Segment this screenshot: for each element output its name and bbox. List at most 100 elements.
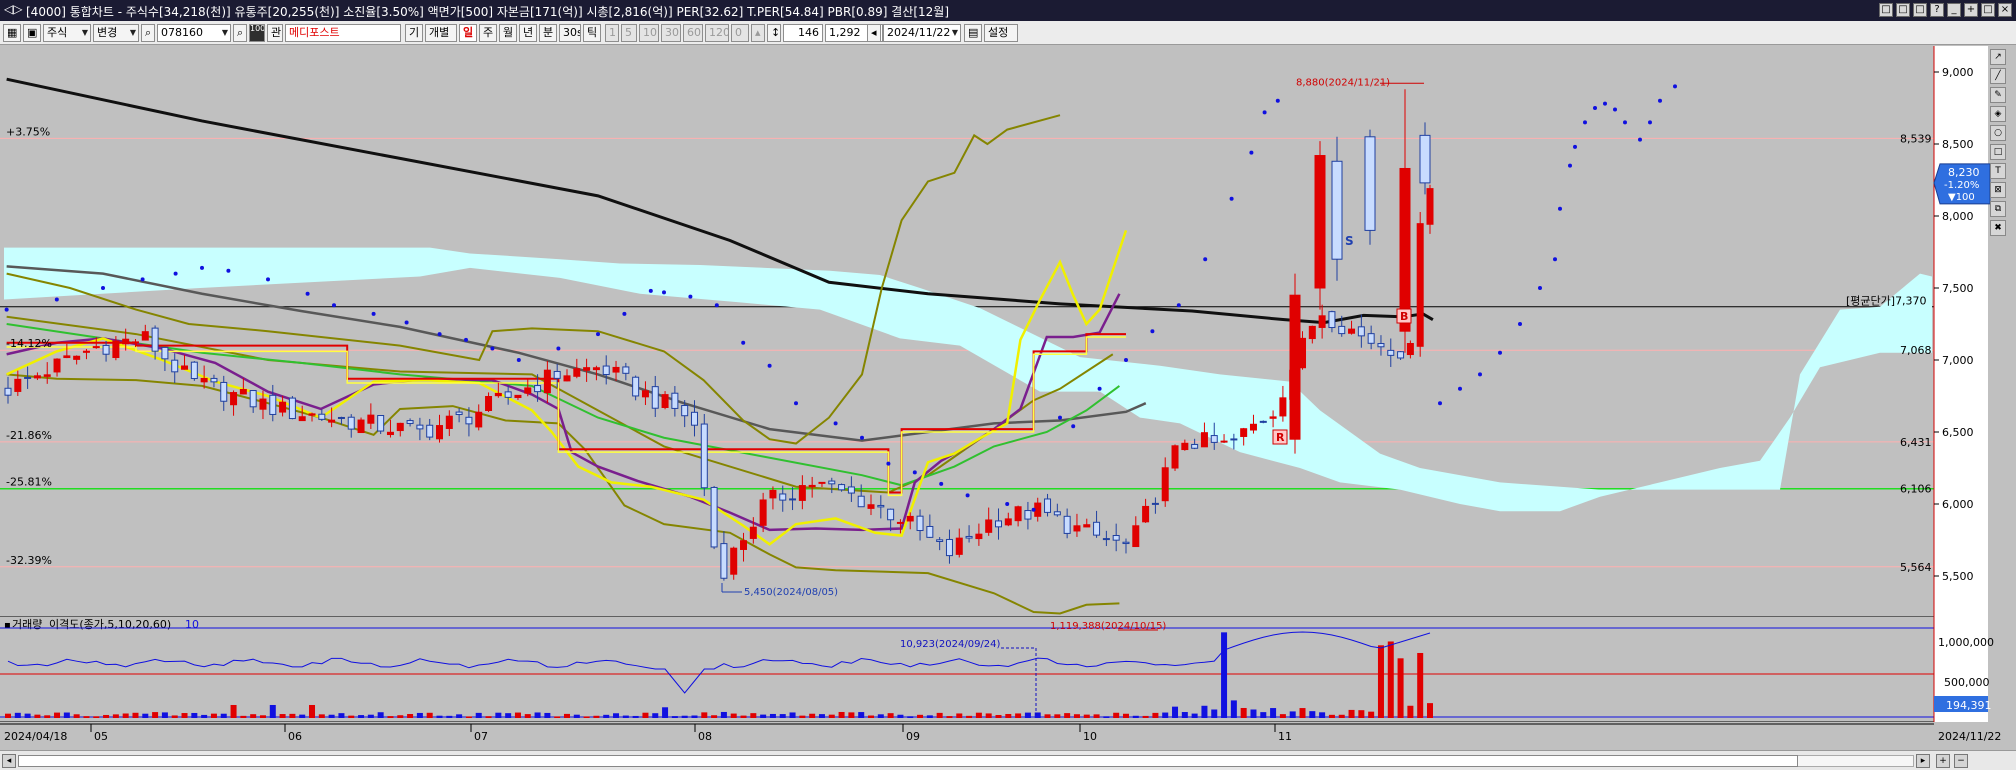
- parabolic-dot: [305, 291, 310, 296]
- candle-body: [749, 526, 757, 539]
- scroll-bar[interactable]: ◂ ▸ + −: [0, 750, 2016, 770]
- parabolic-dot: [1031, 507, 1036, 512]
- volume-bar: [1093, 714, 1100, 718]
- candle-body: [818, 481, 826, 484]
- volume-bar: [1024, 712, 1031, 718]
- candle-body: [249, 390, 257, 408]
- rect-tool-icon[interactable]: □: [1990, 144, 2006, 160]
- percent-label: -21.86%: [6, 429, 52, 442]
- volume-bar: [671, 716, 678, 718]
- parabolic-dot: [912, 470, 917, 475]
- copy-tool-icon[interactable]: ⧉: [1990, 201, 2006, 217]
- candle-body: [220, 381, 228, 402]
- candle-body: [573, 368, 581, 377]
- level-label: 8,539: [1900, 132, 1932, 145]
- volume-bar: [524, 714, 531, 718]
- candle-body: [1357, 326, 1365, 337]
- candle-body: [1053, 511, 1061, 516]
- zoom-in-icon[interactable]: +: [1936, 754, 1950, 768]
- candle-body: [181, 365, 189, 370]
- volume-bar: [897, 714, 904, 718]
- candle-body: [1416, 223, 1424, 347]
- volume-bar: [838, 711, 845, 718]
- price-tick-label: 6,000: [1942, 498, 1974, 511]
- avg-price-label: [평균단가]7,370: [1846, 295, 1927, 308]
- candle-body: [808, 484, 816, 488]
- volume-bar: [112, 714, 119, 718]
- candle-body: [122, 338, 130, 345]
- scroll-thumb[interactable]: [18, 755, 1798, 767]
- main-chart[interactable]: 8,880(2024/11/21) 5,450(2024/08/05) S B R +3.…: [0, 0, 2016, 770]
- arrow-tool-icon[interactable]: ↗: [1990, 49, 2006, 65]
- volume-bar: [1005, 713, 1012, 718]
- volume-bar: [1142, 715, 1149, 718]
- scroll-right-icon[interactable]: ▸: [1916, 754, 1930, 768]
- percent-label: +3.75%: [6, 125, 50, 138]
- parabolic-dot: [1478, 372, 1482, 377]
- candle-body: [269, 394, 277, 415]
- parabolic-dot: [965, 493, 970, 498]
- candle-body: [896, 521, 904, 524]
- volume-bar: [603, 714, 610, 718]
- parabolic-dot: [1613, 107, 1617, 112]
- volume-bar: [446, 715, 453, 718]
- parabolic-dot: [1593, 106, 1597, 110]
- candle-body: [367, 414, 375, 424]
- level-label: 6,106: [1900, 483, 1932, 496]
- candle-body: [906, 515, 914, 522]
- pen-tool-icon[interactable]: ✎: [1990, 87, 2006, 103]
- volume-bar: [54, 712, 61, 718]
- parabolic-dot: [1498, 350, 1502, 355]
- parabolic-dot: [1568, 163, 1572, 168]
- candle-body: [534, 385, 542, 393]
- candle-body: [632, 376, 640, 397]
- candle-body: [1093, 521, 1101, 536]
- parabolic-dot: [860, 435, 864, 440]
- zoom-out-icon[interactable]: −: [1954, 754, 1968, 768]
- parabolic-dot: [1623, 120, 1627, 125]
- parabolic-dot: [1176, 303, 1181, 308]
- candle-body: [416, 424, 424, 430]
- candle-body: [583, 367, 591, 371]
- candle-body: [396, 422, 404, 432]
- volume-bar: [1044, 714, 1051, 718]
- candle-body: [887, 508, 895, 521]
- candle-body: [1014, 506, 1022, 522]
- volume-bar: [1015, 713, 1022, 718]
- x-axis-month-label: 07: [474, 730, 488, 743]
- volume-bar: [210, 713, 217, 718]
- ellipse-tool-icon[interactable]: ○: [1990, 125, 2006, 141]
- volume-bar: [348, 715, 355, 718]
- candle-body: [1387, 349, 1395, 356]
- delete-tool-icon[interactable]: ✖: [1990, 220, 2006, 236]
- candle-body: [798, 485, 806, 501]
- volume-bar: [1191, 713, 1198, 718]
- candle-body: [651, 386, 659, 409]
- volume-bar: [613, 713, 620, 718]
- text-tool-icon[interactable]: T: [1990, 163, 2006, 179]
- candle-body: [720, 543, 728, 579]
- candle-body: [1364, 136, 1376, 231]
- scroll-left-icon[interactable]: ◂: [2, 754, 16, 768]
- eraser-tool-icon[interactable]: ◈: [1990, 106, 2006, 122]
- parabolic-dot: [596, 332, 600, 337]
- lock-tool-icon[interactable]: ⊠: [1990, 182, 2006, 198]
- volume-bar: [220, 713, 227, 718]
- parabolic-dot: [741, 340, 746, 345]
- candle-body: [543, 369, 551, 394]
- candle-body: [53, 358, 61, 373]
- drawing-toolbar: ↗ ╱ ✎ ◈ ○ □ T ⊠ ⧉ ✖: [1988, 46, 2008, 326]
- candle-body: [1399, 167, 1411, 332]
- candle-body: [1348, 328, 1356, 334]
- volume-bar: [985, 713, 992, 718]
- candle-body: [1024, 510, 1032, 520]
- candle-body: [504, 391, 512, 398]
- volume-bar: [514, 712, 521, 718]
- line-tool-icon[interactable]: ╱: [1990, 68, 2006, 84]
- volume-tick-label: 1,000,000: [1938, 636, 1994, 649]
- volume-bar: [250, 714, 257, 718]
- candle-body: [1426, 188, 1434, 225]
- volume-bar: [1358, 710, 1365, 718]
- volume-bar: [1211, 709, 1218, 718]
- candle-body: [1083, 524, 1091, 528]
